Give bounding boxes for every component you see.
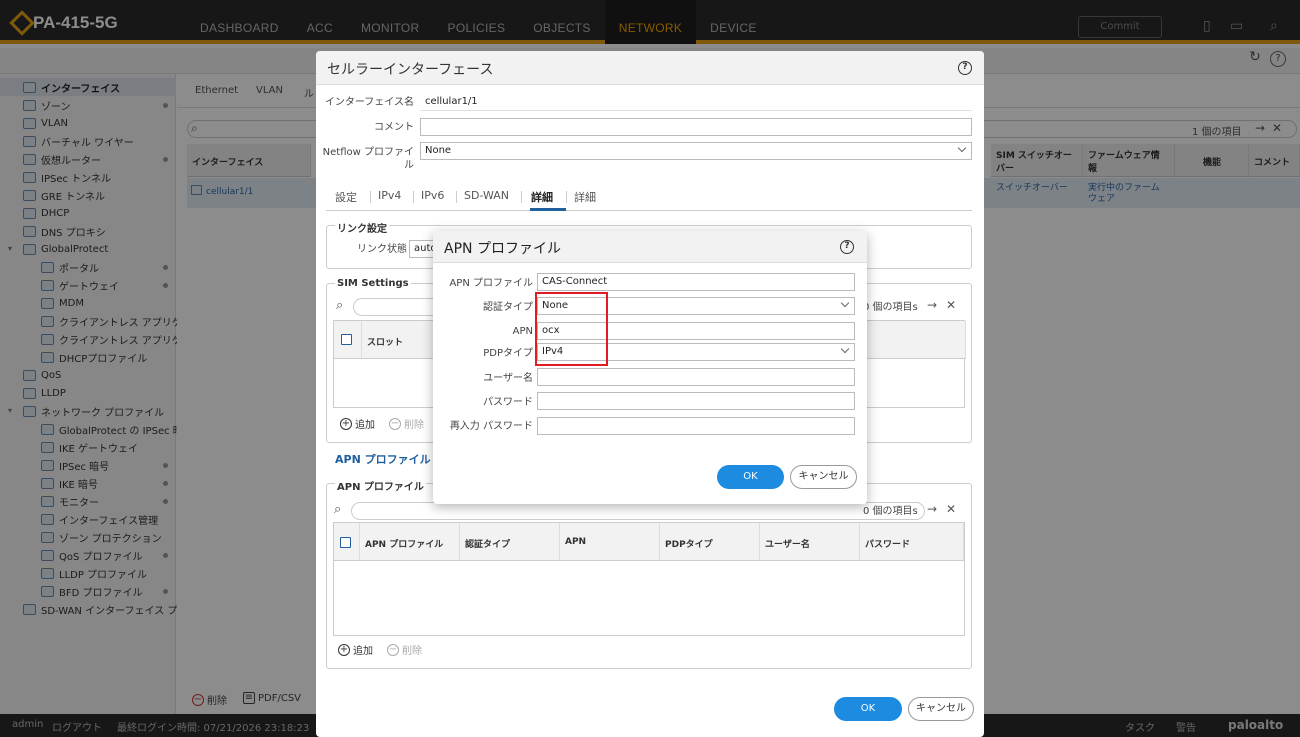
comment-label: コメント xyxy=(374,122,414,133)
apn-delete-button[interactable]: − 削除 xyxy=(387,642,422,657)
apn-profile-group: APN プロファイル ⌕ 0 個の項目s → ✕ APN プロファイル 認証タイ… xyxy=(326,478,972,669)
tab-separator xyxy=(521,191,522,203)
apn-profile-group-title: APN プロファイル xyxy=(335,478,426,493)
dialog-header: セルラーインターフェース ? xyxy=(316,51,984,85)
col-username[interactable]: ユーザー名 xyxy=(760,523,860,561)
netflow-label: Netflow プロファイ ル xyxy=(322,147,414,171)
apn-cancel-button[interactable]: キャンセル xyxy=(790,465,857,489)
col-pdp-type[interactable]: PDPタイプ xyxy=(660,523,760,561)
confirm-password-label: 再入力 パスワード xyxy=(449,421,533,432)
apn-add-button[interactable]: + 追加 xyxy=(338,642,373,657)
help-icon[interactable]: ? xyxy=(958,61,972,75)
tab-ipv4[interactable]: IPv4 xyxy=(378,189,401,202)
apn-table: APN プロファイル 認証タイプ APN PDPタイプ ユーザー名 パスワード xyxy=(333,522,965,636)
netflow-value: None xyxy=(425,145,452,156)
tab-separator xyxy=(413,191,414,203)
tab-separator xyxy=(370,191,371,203)
confirm-password-field[interactable] xyxy=(537,417,855,435)
clear-filter-icon[interactable]: ✕ xyxy=(946,502,956,516)
tab-details[interactable]: 詳細 xyxy=(574,189,596,205)
add-label: 追加 xyxy=(355,420,375,431)
auth-type-label: 認証タイプ xyxy=(483,302,533,313)
tab-separator xyxy=(566,191,567,203)
pdp-type-label: PDPタイプ xyxy=(483,348,533,359)
interface-name-label: インターフェイス名 xyxy=(324,97,414,108)
apn-search-input[interactable] xyxy=(351,502,925,520)
link-state-label: リンク状態 xyxy=(357,244,407,255)
apn-label: APN xyxy=(512,326,533,337)
chevron-down-icon xyxy=(957,143,967,153)
search-icon: ⌕ xyxy=(336,298,344,313)
tab-separator xyxy=(456,191,457,203)
link-settings-title: リンク設定 xyxy=(335,220,389,235)
col-auth-type[interactable]: 認証タイプ xyxy=(460,523,560,561)
delete-icon: − xyxy=(387,643,399,656)
tab-advanced[interactable]: 詳細 xyxy=(531,189,553,205)
apn-profile-link[interactable]: APN プロファイル xyxy=(335,451,431,467)
apn-ok-button[interactable]: OK xyxy=(717,465,784,489)
dialog-header: APN プロファイル ? xyxy=(433,231,867,263)
col-apn-profile[interactable]: APN プロファイル xyxy=(360,523,460,561)
tab-ipv6[interactable]: IPv6 xyxy=(421,189,444,202)
username-label: ユーザー名 xyxy=(483,373,533,384)
password-label: パスワード xyxy=(483,397,533,408)
col-password[interactable]: パスワード xyxy=(860,523,964,561)
dialog-title: APN プロファイル xyxy=(444,241,561,257)
highlight-annotation-box xyxy=(535,292,608,366)
password-field[interactable] xyxy=(537,392,855,410)
add-icon: + xyxy=(338,643,350,656)
add-label: 追加 xyxy=(353,646,373,657)
tab-sd-wan[interactable]: SD-WAN xyxy=(464,189,509,202)
dialog-tabs: 設定 IPv4 IPv6 SD-WAN 詳細 詳細 xyxy=(326,185,972,211)
add-icon: + xyxy=(340,417,352,430)
apn-profile-dialog: APN プロファイル ? APN プロファイル CAS-Connect 認証タイ… xyxy=(433,231,867,504)
ok-button[interactable]: OK xyxy=(834,697,902,721)
delete-icon: − xyxy=(389,417,401,430)
dialog-title: セルラーインターフェース xyxy=(327,62,494,78)
apply-filter-icon[interactable]: → xyxy=(927,298,937,312)
apn-profile-name-label: APN プロファイル xyxy=(449,278,533,289)
delete-label: 削除 xyxy=(402,646,422,657)
sim-settings-title: SIM Settings xyxy=(335,278,411,289)
cancel-button[interactable]: キャンセル xyxy=(908,697,974,721)
delete-label: 削除 xyxy=(404,420,424,431)
select-all-checkbox[interactable] xyxy=(340,537,351,548)
netflow-select[interactable]: None xyxy=(420,142,972,160)
username-field[interactable] xyxy=(537,368,855,386)
apply-filter-icon[interactable]: → xyxy=(927,502,937,516)
chevron-down-icon xyxy=(840,344,850,354)
chevron-down-icon xyxy=(840,298,850,308)
clear-filter-icon[interactable]: ✕ xyxy=(946,298,956,312)
search-icon: ⌕ xyxy=(334,502,342,517)
help-icon[interactable]: ? xyxy=(840,240,854,254)
select-all-checkbox[interactable] xyxy=(341,334,352,345)
apn-profile-name-field[interactable]: CAS-Connect xyxy=(537,273,855,291)
sim-add-button[interactable]: + 追加 xyxy=(340,416,375,431)
col-apn[interactable]: APN xyxy=(560,523,660,561)
sim-delete-button[interactable]: − 削除 xyxy=(389,416,424,431)
active-tab-indicator xyxy=(530,208,566,211)
sim-count: 0 個の項目s xyxy=(863,302,918,313)
interface-name-field[interactable]: cellular1/1 xyxy=(420,93,972,111)
comment-field[interactable] xyxy=(420,118,972,136)
apn-count: 0 個の項目s xyxy=(863,506,918,517)
tab-settings[interactable]: 設定 xyxy=(335,189,357,205)
